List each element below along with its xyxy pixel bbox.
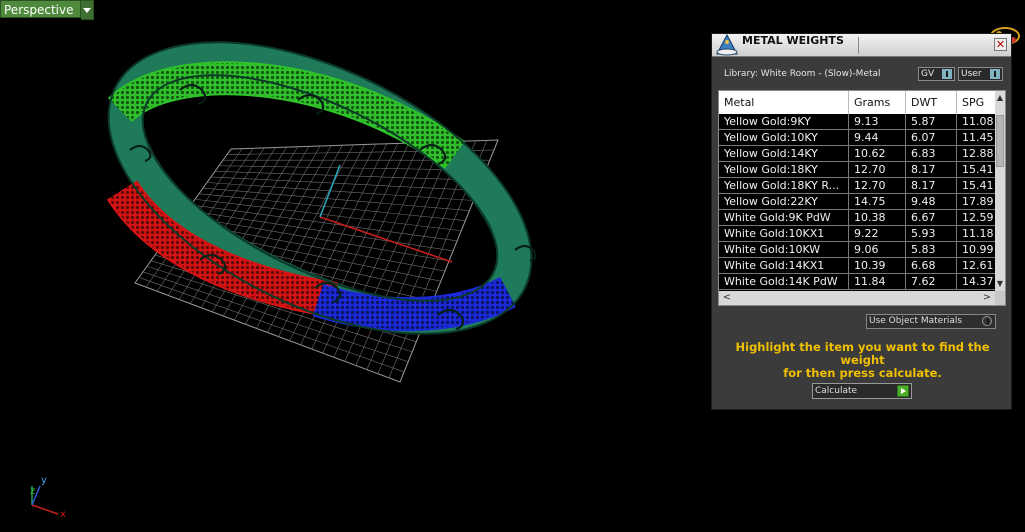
metal-table[interactable]: Metal Grams DWT SPG Yellow Gold:9KY 9.13 5… bbox=[718, 90, 1006, 306]
cell-metal: White Gold:14KX1 bbox=[719, 258, 849, 273]
instruction-message: Highlight the item you want to find the … bbox=[712, 341, 1013, 380]
user-toggle-icon bbox=[990, 69, 1000, 79]
close-icon[interactable]: ✕ bbox=[994, 38, 1007, 51]
cell-grams: 11.84 bbox=[849, 274, 906, 289]
gv-button-label: GV bbox=[921, 69, 935, 79]
cell-grams: 9.06 bbox=[849, 242, 906, 257]
panel-titlebar[interactable]: METAL WEIGHTS ✕ bbox=[712, 33, 1011, 57]
cell-dwt: 7.62 bbox=[906, 274, 957, 289]
cell-grams: 9.22 bbox=[849, 226, 906, 241]
column-header-dwt[interactable]: DWT bbox=[906, 91, 957, 114]
titlebar-divider bbox=[858, 37, 859, 54]
scroll-left-icon[interactable]: < bbox=[721, 291, 733, 305]
scroll-corner bbox=[995, 291, 1005, 305]
axis-y-label: y bbox=[41, 475, 47, 486]
cell-spg: 14.37 bbox=[962, 275, 994, 288]
horizontal-scrollbar[interactable]: < > bbox=[719, 291, 995, 305]
cell-metal: White Gold:9K PdW bbox=[719, 210, 849, 225]
cell-spg: 11.45 bbox=[962, 131, 994, 144]
cell-metal: White Gold:10KW bbox=[719, 242, 849, 257]
cell-metal: White Gold:10KX1 bbox=[719, 226, 849, 241]
cell-grams: 10.38 bbox=[849, 210, 906, 225]
cell-metal: Yellow Gold:18KY bbox=[719, 162, 849, 177]
cell-grams: 9.44 bbox=[849, 130, 906, 145]
cell-grams: 12.70 bbox=[849, 162, 906, 177]
cell-dwt: 5.83 bbox=[906, 242, 957, 257]
axis-z-label: z bbox=[30, 486, 35, 497]
instruction-line-2: for then press calculate. bbox=[783, 366, 942, 380]
use-object-materials-label: Use Object Materials bbox=[869, 316, 963, 326]
cell-spg: 11.18 bbox=[962, 227, 994, 240]
column-header-spg[interactable]: SPG bbox=[957, 91, 995, 114]
gv-toggle-icon bbox=[942, 69, 952, 79]
cell-metal: Yellow Gold:9KY bbox=[719, 114, 849, 129]
cell-grams: 12.70 bbox=[849, 178, 906, 193]
calculate-label: Calculate bbox=[815, 386, 858, 396]
column-header-metal[interactable]: Metal bbox=[719, 91, 849, 114]
axis-x-label: x bbox=[60, 509, 66, 520]
cell-spg: 10.99 bbox=[962, 243, 994, 256]
table-row[interactable]: White Gold:14KX1 10.39 6.68 12.61 bbox=[719, 258, 995, 274]
cell-dwt: 8.17 bbox=[906, 178, 957, 193]
cell-metal: Yellow Gold:10KY bbox=[719, 130, 849, 145]
cell-dwt: 6.68 bbox=[906, 258, 957, 273]
cell-dwt: 6.83 bbox=[906, 146, 957, 161]
cell-metal: Yellow Gold:22KY bbox=[719, 194, 849, 209]
table-row[interactable]: White Gold:9K PdW 10.38 6.67 12.59 bbox=[719, 210, 995, 226]
calculate-button[interactable]: Calculate bbox=[812, 383, 912, 399]
scroll-up-icon[interactable]: ▲ bbox=[996, 93, 1004, 103]
cell-spg: 15.41 bbox=[962, 163, 994, 176]
table-row[interactable]: White Gold:14K PdW 11.84 7.62 14.37 bbox=[719, 274, 995, 290]
cell-grams: 10.62 bbox=[849, 146, 906, 161]
table-row[interactable]: Yellow Gold:9KY 9.13 5.87 11.08 bbox=[719, 114, 995, 130]
cell-grams: 9.13 bbox=[849, 114, 906, 129]
gv-button[interactable]: GV bbox=[918, 67, 955, 81]
vertical-scroll-thumb[interactable] bbox=[996, 115, 1004, 167]
cell-spg: 11.08 bbox=[962, 115, 994, 128]
play-arrow-icon bbox=[897, 385, 909, 397]
table-row[interactable]: White Gold:10KW 9.06 5.83 10.99 bbox=[719, 242, 995, 258]
cell-metal: Yellow Gold:18KY R... bbox=[719, 178, 849, 193]
metal-weights-logo-icon bbox=[716, 33, 738, 56]
use-object-materials-radio-icon bbox=[982, 316, 992, 326]
panel-title: METAL WEIGHTS bbox=[742, 34, 844, 47]
vertical-scrollbar[interactable]: ▲ ▼ bbox=[995, 91, 1005, 291]
table-row[interactable]: Yellow Gold:14KY 10.62 6.83 12.88 bbox=[719, 146, 995, 162]
table-row[interactable]: Yellow Gold:10KY 9.44 6.07 11.45 bbox=[719, 130, 995, 146]
cell-dwt: 5.93 bbox=[906, 226, 957, 241]
table-body: Yellow Gold:9KY 9.13 5.87 11.08 Yellow Gold:… bbox=[719, 114, 995, 290]
cell-dwt: 6.07 bbox=[906, 130, 957, 145]
user-button[interactable]: User bbox=[958, 67, 1003, 81]
cell-spg: 17.89 bbox=[962, 195, 994, 208]
metal-weights-panel: METAL WEIGHTS ✕ Library: White Room - (S… bbox=[711, 33, 1012, 410]
table-header: Metal Grams DWT SPG bbox=[719, 91, 995, 114]
table-row[interactable]: Yellow Gold:18KY 12.70 8.17 15.41 bbox=[719, 162, 995, 178]
cell-grams: 10.39 bbox=[849, 258, 906, 273]
use-object-materials-toggle[interactable]: Use Object Materials bbox=[866, 314, 996, 329]
cell-grams: 14.75 bbox=[849, 194, 906, 209]
column-header-grams[interactable]: Grams bbox=[849, 91, 906, 114]
axis-triad: y z x bbox=[30, 475, 66, 520]
table-row[interactable]: Yellow Gold:22KY 14.75 9.48 17.89 bbox=[719, 194, 995, 210]
instruction-line-1: Highlight the item you want to find the … bbox=[735, 340, 990, 367]
user-button-label: User bbox=[961, 69, 982, 79]
table-row[interactable]: Yellow Gold:18KY R... 12.70 8.17 15.41 bbox=[719, 178, 995, 194]
cell-metal: White Gold:14K PdW bbox=[719, 274, 849, 289]
cell-dwt: 5.87 bbox=[906, 114, 957, 129]
cell-spg: 15.41 bbox=[962, 179, 994, 192]
viewport-scene[interactable] bbox=[0, 0, 705, 532]
bangle-model[interactable] bbox=[63, 0, 576, 394]
table-row[interactable]: White Gold:10KX1 9.22 5.93 11.18 bbox=[719, 226, 995, 242]
cell-metal: Yellow Gold:14KY bbox=[719, 146, 849, 161]
cell-spg: 12.59 bbox=[962, 211, 994, 224]
scroll-down-icon[interactable]: ▼ bbox=[996, 279, 1004, 289]
cell-dwt: 9.48 bbox=[906, 194, 957, 209]
cell-spg: 12.88 bbox=[962, 147, 994, 160]
library-label: Library: White Room - (Slow)-Metal bbox=[724, 69, 881, 79]
cell-spg: 12.61 bbox=[962, 259, 994, 272]
cell-dwt: 6.67 bbox=[906, 210, 957, 225]
cell-dwt: 8.17 bbox=[906, 162, 957, 177]
scroll-right-icon[interactable]: > bbox=[981, 291, 993, 305]
